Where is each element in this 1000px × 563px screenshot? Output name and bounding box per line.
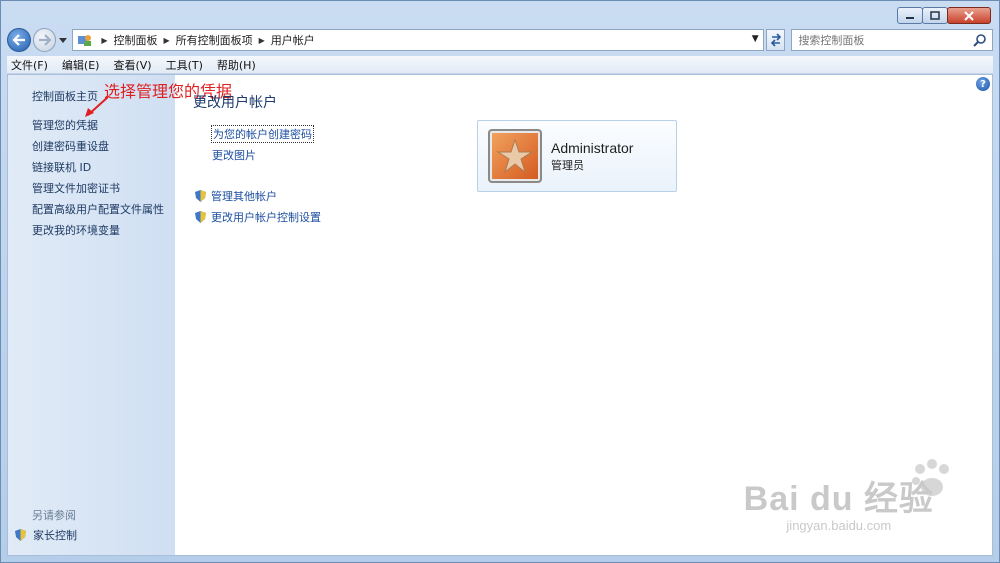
see-also-label: 家长控制 <box>33 529 77 542</box>
uac-shield-icon <box>195 211 206 223</box>
see-also-title: 另请参阅 <box>32 509 76 522</box>
back-arrow-icon <box>12 34 25 46</box>
sidebar-link-password-reset-disk[interactable]: 创建密码重设盘 <box>32 138 109 154</box>
menu-help[interactable]: 帮助(H) <box>217 57 256 73</box>
account-role: 管理员 <box>551 158 584 172</box>
menu-view[interactable]: 查看(V) <box>113 57 151 73</box>
maximize-button[interactable] <box>922 7 948 24</box>
see-also-parental-controls[interactable]: 家长控制 <box>14 527 77 543</box>
back-button[interactable] <box>7 28 31 52</box>
uac-shield-icon <box>195 190 206 202</box>
navigation-bar: ▶ 控制面板 ▶ 所有控制面板项 ▶ 用户帐户 ▼ <box>7 27 993 53</box>
chevron-down-icon <box>59 37 68 43</box>
recent-pages-dropdown[interactable] <box>58 37 68 43</box>
breadcrumb-item[interactable]: 控制面板 <box>113 32 157 48</box>
sidebar-link-manage-credentials[interactable]: 管理您的凭据 <box>32 117 98 133</box>
account-card[interactable]: Administrator 管理员 <box>477 120 677 192</box>
sidebar-link-online-id[interactable]: 链接联机 ID <box>32 159 91 175</box>
uac-settings-label: 更改用户帐户控制设置 <box>211 211 321 224</box>
caption-buttons <box>897 7 991 24</box>
forward-button[interactable] <box>32 28 57 52</box>
create-password-link[interactable]: 为您的帐户创建密码 <box>211 125 314 143</box>
breadcrumb-item[interactable]: 用户帐户 <box>271 32 315 48</box>
annotation-arrow-icon <box>85 96 109 117</box>
maximize-icon <box>930 11 940 20</box>
watermark: Bai du 经验 jingyan.baidu.com <box>744 471 934 533</box>
uac-settings-link[interactable]: 更改用户帐户控制设置 <box>194 209 321 225</box>
avatar <box>488 129 542 183</box>
sidebar: 控制面板主页 管理您的凭据 创建密码重设盘 链接联机 ID 管理文件加密证书 配… <box>8 75 175 555</box>
starfish-icon <box>496 138 534 174</box>
uac-shield-icon <box>15 529 26 541</box>
menu-edit[interactable]: 编辑(E) <box>62 57 100 73</box>
sidebar-link-advanced-profile[interactable]: 配置高级用户配置文件属性 <box>32 201 164 217</box>
refresh-button[interactable] <box>765 29 786 51</box>
control-panel-icon <box>77 32 95 48</box>
search-icon[interactable] <box>973 33 987 47</box>
watermark-url: jingyan.baidu.com <box>786 518 892 533</box>
help-icon[interactable]: ? <box>976 77 990 91</box>
minimize-button[interactable] <box>897 7 923 24</box>
close-icon <box>964 10 974 21</box>
watermark-logo: Bai du 经验 <box>743 480 934 518</box>
minimize-icon <box>906 16 914 19</box>
change-picture-link[interactable]: 更改图片 <box>212 147 256 163</box>
address-bar[interactable]: ▶ 控制面板 ▶ 所有控制面板项 ▶ 用户帐户 ▼ <box>72 29 764 51</box>
sidebar-link-encryption-certs[interactable]: 管理文件加密证书 <box>32 180 120 196</box>
address-dropdown-icon[interactable]: ▼ <box>752 34 759 44</box>
close-button[interactable] <box>947 7 991 24</box>
forward-arrow-icon <box>38 34 52 46</box>
refresh-icon <box>770 33 781 47</box>
manage-other-accounts-link[interactable]: 管理其他帐户 <box>194 188 277 204</box>
breadcrumb-arrow-icon: ▶ <box>163 35 170 45</box>
page-title: 更改用户帐户 <box>193 95 277 111</box>
manage-other-accounts-label: 管理其他帐户 <box>211 190 277 203</box>
breadcrumb: ▶ 控制面板 ▶ 所有控制面板项 ▶ 用户帐户 <box>95 32 314 48</box>
content-area: 控制面板主页 管理您的凭据 创建密码重设盘 链接联机 ID 管理文件加密证书 配… <box>7 74 993 556</box>
breadcrumb-item[interactable]: 所有控制面板项 <box>176 32 253 48</box>
menu-bar: 文件(F) 编辑(E) 查看(V) 工具(T) 帮助(H) <box>7 56 993 74</box>
search-box <box>791 29 993 51</box>
breadcrumb-arrow-icon: ▶ <box>258 35 265 45</box>
menu-tools[interactable]: 工具(T) <box>166 57 203 73</box>
control-panel-window: ▶ 控制面板 ▶ 所有控制面板项 ▶ 用户帐户 ▼ 文件(F) 编辑(E) 查看… <box>0 0 1000 563</box>
menu-file[interactable]: 文件(F) <box>11 57 48 73</box>
sidebar-link-environment-variables[interactable]: 更改我的环境变量 <box>32 222 120 238</box>
account-name: Administrator <box>551 139 634 156</box>
search-input[interactable] <box>798 33 969 47</box>
breadcrumb-arrow-icon: ▶ <box>101 35 108 45</box>
account-info: Administrator 管理员 <box>551 140 633 173</box>
